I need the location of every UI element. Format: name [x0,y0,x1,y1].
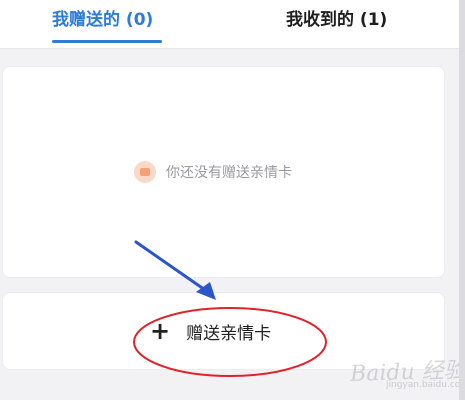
empty-state-text: 你还没有赠送亲情卡 [166,165,292,181]
gift-button-label: 赠送亲情卡 [186,323,272,344]
empty-state: 你还没有赠送亲情卡 [134,160,292,184]
right-edge-strip [459,0,465,400]
card-icon [134,161,156,183]
tab-bar: 我赠送的 (0) 我收到的 (1) [0,0,465,49]
plus-icon: + [150,317,171,345]
watermark-url: jingyan.baidu.com [386,380,465,390]
tab-sent[interactable]: 我赠送的 (0) [52,8,153,32]
gift-family-card-button[interactable]: + 赠送亲情卡 [150,316,271,346]
tab-received[interactable]: 我收到的 (1) [286,8,387,32]
active-tab-indicator [52,40,162,43]
